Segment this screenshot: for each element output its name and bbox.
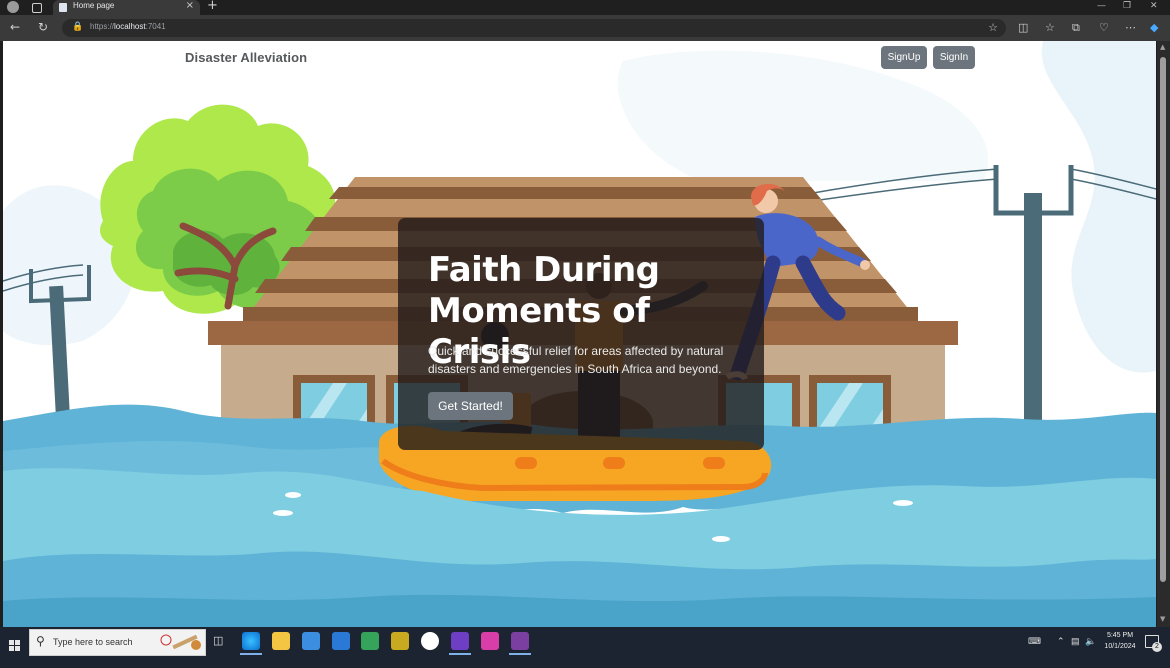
volume-icon[interactable]: 🔈	[1085, 636, 1096, 647]
system-clock[interactable]: 5:45 PM 10/1/2024	[1100, 630, 1140, 652]
get-started-button[interactable]: Get Started!	[428, 392, 513, 420]
browser-essentials-icon[interactable]: ♡	[1099, 21, 1109, 34]
show-hidden-icons-icon[interactable]: ⌃	[1057, 636, 1065, 647]
tab-home-page[interactable]: Home page ×	[53, 0, 200, 15]
site-navbar: Disaster Alleviation SignUp SignIn	[3, 41, 1156, 75]
app-icon-circle[interactable]	[421, 632, 439, 650]
app-icon-green[interactable]	[361, 632, 379, 650]
signin-button[interactable]: SignIn	[933, 46, 975, 69]
url-text[interactable]: https://localhost:7041	[90, 22, 166, 31]
notification-count-badge: 2	[1152, 642, 1162, 652]
search-placeholder: Type here to search	[53, 637, 133, 647]
clock-date: 10/1/2024	[1104, 643, 1136, 650]
lock-icon[interactable]: 🔒	[72, 22, 83, 32]
page-favicon-icon	[59, 3, 67, 12]
edge-active-indicator	[240, 653, 262, 655]
windows-taskbar: ⚲ Type here to search ◫ ⌨ ⌃ ▤ 🔈 5:45 PM …	[0, 627, 1170, 668]
scroll-down-arrow-icon[interactable]: ▼	[1160, 615, 1165, 623]
notifications-icon[interactable]: 2	[1145, 635, 1162, 652]
browser-title-bar: Home page × + — ❐ ✕	[0, 0, 1170, 15]
favorites-icon[interactable]: ☆	[1045, 21, 1055, 34]
split-screen-icon[interactable]: ◫	[1018, 21, 1028, 34]
search-icon: ⚲	[36, 634, 45, 648]
taskbar-search-box[interactable]: ⚲ Type here to search	[29, 629, 206, 656]
more-options-icon[interactable]: ⋯	[1125, 21, 1136, 34]
microsoft-store-icon[interactable]	[302, 632, 320, 650]
restore-icon[interactable]: ❐	[1123, 1, 1131, 11]
task-view-icon[interactable]: ◫	[213, 634, 223, 647]
hero-description: Quick and successful relief for areas af…	[428, 344, 724, 376]
favorite-star-icon[interactable]: ☆	[988, 21, 998, 34]
address-bar[interactable]: 🔒 https://localhost:7041 ☆	[62, 19, 1006, 37]
close-window-icon[interactable]: ✕	[1150, 1, 1158, 11]
browser-toolbar: ← ↻ 🔒 https://localhost:7041 ☆ ◫ ☆ ⧉ ♡ ⋯…	[0, 15, 1170, 41]
tab-actions-icon[interactable]	[32, 3, 42, 13]
hero-panel: Faith During Moments of Crisis Quick and…	[398, 218, 764, 450]
profile-avatar-icon[interactable]	[7, 1, 19, 13]
search-highlight-icon	[160, 634, 201, 650]
clock-time: 5:45 PM	[1106, 632, 1134, 639]
app-icon-magenta[interactable]	[481, 632, 499, 650]
windows-start-icon[interactable]	[9, 640, 21, 652]
tab-title: Home page	[73, 1, 115, 10]
web-page-viewport: Disaster Alleviation SignUp SignIn Faith…	[3, 41, 1156, 627]
keyboard-icon[interactable]: ⌨	[1028, 636, 1041, 647]
page-scrollbar[interactable]: ▲ ▼	[1157, 41, 1170, 627]
edge-browser-icon[interactable]	[242, 632, 260, 650]
brand-link[interactable]: Disaster Alleviation	[185, 50, 307, 65]
new-tab-icon[interactable]: +	[207, 0, 218, 13]
file-explorer-icon[interactable]	[272, 632, 290, 650]
network-icon[interactable]: ▤	[1071, 636, 1080, 647]
terminal-icon[interactable]	[511, 632, 529, 650]
refresh-icon[interactable]: ↻	[38, 20, 48, 34]
back-arrow-icon[interactable]: ←	[10, 20, 20, 34]
minimize-icon[interactable]: —	[1097, 1, 1106, 11]
copilot-icon[interactable]: ◆	[1150, 21, 1158, 34]
visual-studio-active-indicator	[449, 653, 471, 655]
scroll-thumb[interactable]	[1160, 57, 1166, 582]
signup-button[interactable]: SignUp	[881, 46, 927, 69]
terminal-active-indicator	[509, 653, 531, 655]
app-icon-yellow[interactable]	[391, 632, 409, 650]
visual-studio-icon[interactable]	[451, 632, 469, 650]
scroll-up-arrow-icon[interactable]: ▲	[1160, 43, 1165, 51]
collections-icon[interactable]: ⧉	[1072, 21, 1080, 35]
mail-icon[interactable]	[332, 632, 350, 650]
tab-close-icon[interactable]: ×	[186, 0, 194, 11]
